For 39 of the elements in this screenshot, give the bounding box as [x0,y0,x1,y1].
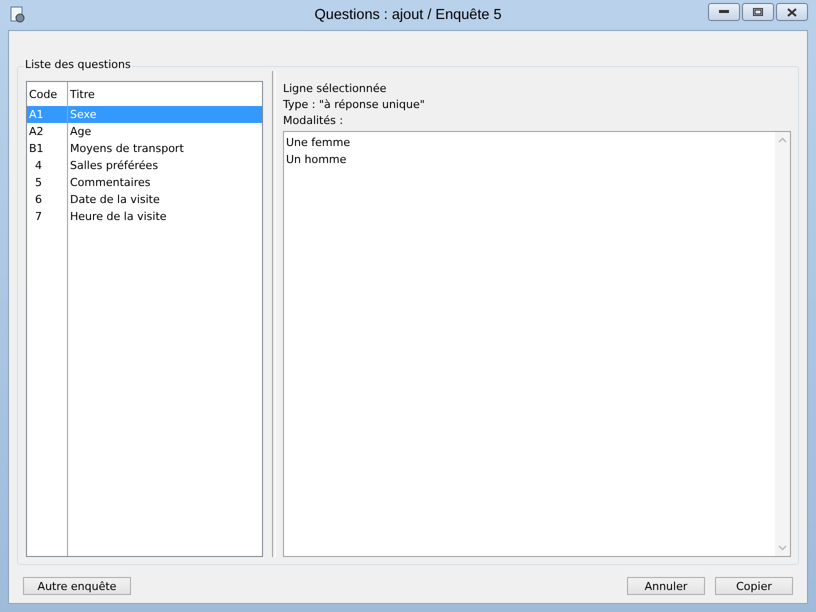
window-title: Questions : ajout / Enquête 5 [314,7,502,23]
column-header[interactable]: Titre [67,88,95,100]
maximize-button[interactable] [742,3,774,21]
table-cell-text: B1 [28,142,45,155]
selected-heading: Ligne sélectionnée [282,81,388,97]
modality-item: Un homme [286,152,348,168]
table-cell-text: 5 [34,176,43,189]
table-cell-text: Age [69,125,92,138]
maximize-icon [753,8,763,16]
list-row[interactable]: 4 Salles préférées [27,157,262,174]
table-cell-text: 7 [34,210,43,223]
modality-item: Une femme [286,135,352,151]
table-cell-text: Moyens de transport [69,142,184,155]
table-cell-text: Commentaires [69,176,150,189]
minimize-icon [719,10,729,14]
type-label: Type : "à réponse unique" [282,97,426,113]
list-row[interactable]: B1 Moyens de transport [27,140,262,157]
other-survey-button[interactable]: Autre enquête [23,577,131,595]
list-row[interactable]: 6 Date de la visite [27,191,262,208]
copy-button[interactable]: Copier [715,577,793,595]
minimize-button[interactable] [708,3,740,21]
group-title: Liste des questions [24,58,132,71]
table-cell-text: A2 [28,125,45,138]
list-row[interactable]: 5 Commentaires [27,174,262,191]
column-header[interactable]: Code [27,88,67,100]
table-cell-text: Heure de la visite [69,210,167,223]
table-cell-text: Salles préférées [69,159,158,172]
close-button[interactable] [776,3,808,21]
list-row[interactable]: 7 Heure de la visite [27,208,262,225]
close-icon [787,8,797,16]
cancel-button[interactable]: Annuler [627,577,705,595]
app-icon [10,6,26,24]
list-row[interactable]: A2 Age [27,123,262,140]
table-cell-text: 4 [34,159,43,172]
table-cell-text: Sexe [69,108,96,121]
table-cell-text: 6 [34,193,43,206]
table-cell-text: Date de la visite [69,193,160,206]
table-cell-text: A1 [28,108,45,121]
modalities-label: Modalités : [282,113,344,129]
